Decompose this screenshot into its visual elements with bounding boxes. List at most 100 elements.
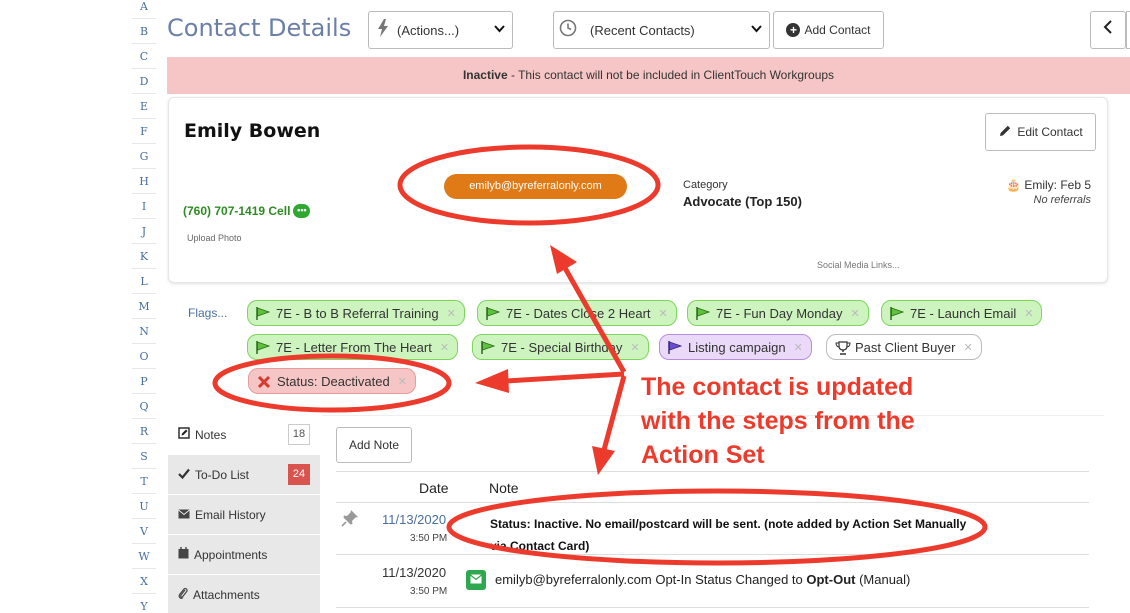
alphabet-letter-b[interactable]: B: [132, 19, 156, 44]
page-title: Contact Details: [167, 14, 352, 42]
alphabet-letter-j[interactable]: J: [132, 219, 156, 244]
actions-select-value: (Actions...): [397, 22, 460, 38]
alphabet-letter-k[interactable]: K: [132, 244, 156, 269]
previous-contact-button[interactable]: [1090, 11, 1126, 49]
alphabet-letter-y[interactable]: Y: [132, 594, 156, 613]
alphabet-index: ABCDEFGHIJKLMNOPQRSTUVWXY: [132, 0, 156, 613]
remove-icon[interactable]: ✕: [794, 341, 803, 354]
alphabet-letter-t[interactable]: T: [132, 469, 156, 494]
flag-chip[interactable]: Status: Deactivated ✕: [248, 368, 416, 394]
calendar-icon: [178, 547, 189, 562]
remove-icon[interactable]: ✕: [659, 307, 668, 320]
tab-attachments[interactable]: Attachments: [168, 575, 320, 613]
flag-chip[interactable]: 7E - Letter From The Heart ✕: [247, 334, 459, 360]
tab-todo[interactable]: To-Do List 24: [168, 455, 320, 495]
flag-icon: [486, 307, 500, 320]
flag-chip[interactable]: 7E - Dates Close 2 Heart ✕: [477, 300, 677, 326]
remove-icon[interactable]: ✕: [1024, 307, 1033, 320]
alphabet-letter-n[interactable]: N: [132, 319, 156, 344]
remove-icon[interactable]: ✕: [398, 375, 407, 388]
note-text: emilyb@byreferralonly.com Opt-In Status …: [495, 572, 910, 587]
alphabet-letter-w[interactable]: W: [132, 544, 156, 569]
alphabet-letter-e[interactable]: E: [132, 94, 156, 119]
email-pill[interactable]: emilyb@byreferralonly.com: [444, 174, 627, 199]
alphabet-letter-u[interactable]: U: [132, 494, 156, 519]
paperclip-icon: [178, 587, 188, 603]
chevron-down-icon: [494, 24, 512, 36]
social-media-links[interactable]: Social Media Links...: [817, 260, 900, 270]
tab-label: Appointments: [194, 547, 268, 562]
alphabet-letter-l[interactable]: L: [132, 269, 156, 294]
flag-chip[interactable]: 7E - Special Birthday ✕: [472, 334, 649, 360]
category-label: Category: [683, 179, 728, 191]
flag-chip-label: 7E - Special Birthday: [501, 339, 623, 355]
next-contact-button[interactable]: [1126, 11, 1130, 49]
cake-icon: 🎂: [1006, 178, 1021, 192]
remove-icon[interactable]: ✕: [447, 307, 456, 320]
todo-count-badge: 24: [288, 464, 310, 485]
remove-icon[interactable]: ✕: [440, 341, 449, 354]
birthday-info: 🎂 Emily: Feb 5 No referrals: [1006, 178, 1091, 206]
flag-chip[interactable]: 7E - Fun Day Monday ✕: [687, 300, 869, 326]
note-row: 11/13/2020 3:50 PM emilyb@byreferralonly…: [336, 556, 1089, 608]
add-note-button[interactable]: Add Note: [336, 427, 412, 463]
note-text-bold: Opt-Out: [806, 572, 856, 587]
alphabet-letter-q[interactable]: Q: [132, 394, 156, 419]
inactive-banner: Inactive - This contact will not be incl…: [167, 57, 1130, 94]
edit-contact-button[interactable]: Edit Contact: [985, 113, 1096, 151]
sms-chat-icon[interactable]: •••: [293, 204, 311, 218]
banner-status: Inactive: [462, 68, 508, 82]
alphabet-letter-a[interactable]: A: [132, 0, 156, 19]
pencil-icon: [998, 124, 1012, 141]
column-header-note[interactable]: Note: [489, 480, 519, 496]
plus-circle-icon: +: [786, 23, 801, 37]
flag-chip-label: 7E - Launch Email: [910, 305, 1017, 321]
alphabet-letter-c[interactable]: C: [132, 44, 156, 69]
alphabet-letter-h[interactable]: H: [132, 169, 156, 194]
alphabet-letter-i[interactable]: I: [132, 194, 156, 219]
tab-notes[interactable]: Notes 18: [168, 415, 320, 455]
flag-icon: [668, 341, 682, 354]
alphabet-letter-o[interactable]: O: [132, 344, 156, 369]
flag-chip[interactable]: 7E - B to B Referral Training ✕: [247, 300, 465, 326]
flag-chip-label: Past Client Buyer: [855, 339, 956, 355]
contact-tabs: Notes 18 To-Do List 24 Email History App…: [168, 415, 320, 613]
upload-photo-link[interactable]: Upload Photo: [187, 233, 242, 243]
flag-chip-label: 7E - Letter From The Heart: [276, 339, 432, 355]
alphabet-letter-m[interactable]: M: [132, 294, 156, 319]
tab-email-history[interactable]: Email History: [168, 495, 320, 535]
actions-select[interactable]: (Actions...): [368, 11, 513, 49]
alphabet-letter-r[interactable]: R: [132, 419, 156, 444]
phone-text: (760) 707-1419 Cell: [183, 204, 291, 218]
remove-icon[interactable]: ✕: [963, 341, 972, 354]
flag-chip[interactable]: Past Client Buyer ✕: [826, 334, 982, 360]
x-mark-icon: [257, 375, 271, 389]
flag-chip[interactable]: Listing campaign ✕: [659, 334, 812, 360]
alphabet-letter-f[interactable]: F: [132, 119, 156, 144]
alphabet-letter-g[interactable]: G: [132, 144, 156, 169]
alphabet-letter-v[interactable]: V: [132, 519, 156, 544]
alphabet-letter-d[interactable]: D: [132, 69, 156, 94]
flag-chip[interactable]: 7E - Launch Email ✕: [881, 300, 1043, 326]
birthday-text: Emily: Feb 5: [1024, 178, 1091, 192]
flag-icon: [481, 341, 495, 354]
flags-link[interactable]: Flags...: [188, 306, 227, 320]
flag-chip-label: 7E - Dates Close 2 Heart: [506, 305, 651, 321]
tab-appointments[interactable]: Appointments: [168, 535, 320, 575]
remove-icon[interactable]: ✕: [850, 307, 859, 320]
remove-icon[interactable]: ✕: [630, 341, 639, 354]
pin-icon[interactable]: [341, 509, 359, 531]
contact-card: Emily Bowen Edit Contact emilyb@byreferr…: [168, 97, 1108, 283]
recent-contacts-select[interactable]: (Recent Contacts): [553, 11, 770, 49]
note-date[interactable]: 11/13/2020: [382, 512, 446, 527]
phone-number[interactable]: (760) 707-1419 Cell •••: [183, 204, 311, 218]
referrals-text: No referrals: [1033, 194, 1091, 206]
column-header-date[interactable]: Date: [419, 480, 449, 496]
alphabet-letter-x[interactable]: X: [132, 569, 156, 594]
add-contact-button[interactable]: + Add Contact: [773, 11, 884, 49]
alphabet-letter-p[interactable]: P: [132, 369, 156, 394]
flag-icon: [256, 341, 270, 354]
alphabet-letter-s[interactable]: S: [132, 444, 156, 469]
note-time: 3:50 PM: [410, 533, 448, 544]
chevron-left-icon: [1103, 20, 1113, 38]
